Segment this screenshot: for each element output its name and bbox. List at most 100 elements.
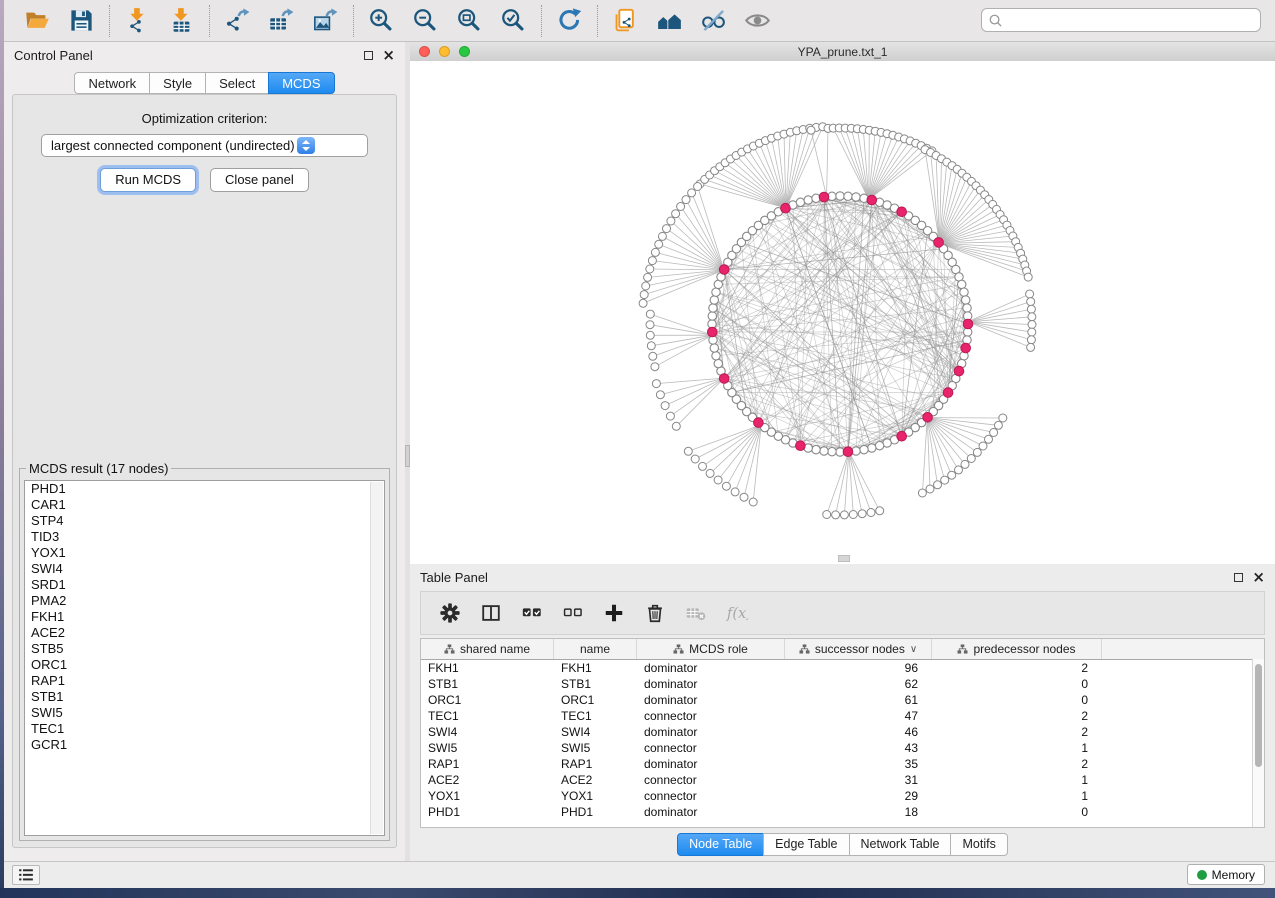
column-header-shared-name[interactable]: shared name (421, 639, 554, 659)
table-row[interactable]: YOX1YOX1connector291 (421, 788, 1264, 804)
export-image-button[interactable] (312, 7, 339, 34)
mcds-result-item[interactable]: FKH1 (25, 609, 384, 625)
mcds-result-item[interactable]: GCR1 (25, 737, 384, 753)
cell-name: TEC1 (554, 708, 637, 724)
mcds-result-item[interactable]: CAR1 (25, 497, 384, 513)
canvas-resize-handle[interactable] (838, 555, 850, 562)
maximize-window-icon[interactable] (459, 46, 470, 57)
mcds-result-list[interactable]: PHD1CAR1STP4TID3YOX1SWI4SRD1PMA2FKH1ACE2… (24, 480, 385, 836)
tab-style[interactable]: Style (149, 72, 206, 94)
cell-successor-nodes: 47 (785, 708, 932, 724)
tab-motifs[interactable]: Motifs (950, 833, 1007, 856)
open-file-button[interactable] (24, 7, 51, 34)
tab-network[interactable]: Network (74, 72, 150, 94)
tab-select[interactable]: Select (205, 72, 269, 94)
select-all-checkboxes-button[interactable] (521, 602, 543, 624)
table-row[interactable]: SWI4SWI4dominator462 (421, 724, 1264, 740)
table-row[interactable]: STB1STB1dominator620 (421, 676, 1264, 692)
tab-network-table[interactable]: Network Table (849, 833, 952, 856)
mcds-result-item[interactable]: PMA2 (25, 593, 384, 609)
zoom-fit-icon (456, 7, 483, 34)
zoom-out-icon (412, 7, 439, 34)
network-from-file-button[interactable] (612, 7, 639, 34)
mcds-list-scrollbar[interactable] (370, 482, 383, 834)
mcds-result-item[interactable]: SWI4 (25, 561, 384, 577)
mcds-result-item[interactable]: STB1 (25, 689, 384, 705)
mcds-result-item[interactable]: ORC1 (25, 657, 384, 673)
minimize-window-icon[interactable] (439, 46, 450, 57)
run-mcds-button[interactable]: Run MCDS (100, 168, 196, 192)
mcds-result-item[interactable]: STP4 (25, 513, 384, 529)
search-input[interactable] (1003, 9, 1260, 31)
mcds-result-item[interactable]: TID3 (25, 529, 384, 545)
table-row[interactable]: ORC1ORC1dominator610 (421, 692, 1264, 708)
settings-gear-button[interactable] (439, 602, 461, 624)
task-history-button[interactable] (12, 865, 40, 885)
table-scrollbar[interactable] (1252, 659, 1264, 827)
table-row[interactable]: PHD1PHD1dominator180 (421, 804, 1264, 820)
mcds-result-item[interactable]: SRD1 (25, 577, 384, 593)
attribute-icon (799, 644, 810, 654)
deselect-all-checkboxes-button[interactable] (562, 602, 584, 624)
export-table-button[interactable] (268, 7, 295, 34)
float-panel-icon[interactable] (364, 51, 373, 60)
table-row[interactable]: SWI5SWI5connector431 (421, 740, 1264, 756)
table-tabs: Node TableEdge TableNetwork TableMotifs (410, 833, 1275, 856)
zoom-out-button[interactable] (412, 7, 439, 34)
table-row[interactable]: RAP1RAP1dominator352 (421, 756, 1264, 772)
close-table-panel-icon[interactable]: × (1252, 571, 1265, 583)
column-header-MCDS-role[interactable]: MCDS role (637, 639, 785, 659)
tab-node-table[interactable]: Node Table (677, 833, 764, 856)
close-window-icon[interactable] (419, 46, 430, 57)
close-panel-button[interactable]: Close panel (210, 168, 309, 192)
attribute-icon (673, 644, 684, 654)
save-session-button[interactable] (68, 7, 95, 34)
eye-button[interactable] (744, 7, 771, 34)
column-header-predecessor-nodes[interactable]: predecessor nodes (932, 639, 1102, 659)
table-row[interactable]: ACE2ACE2connector311 (421, 772, 1264, 788)
toolbar-group (10, 7, 109, 34)
zoom-in-button[interactable] (368, 7, 395, 34)
memory-button[interactable]: Memory (1187, 864, 1265, 885)
column-header-successor-nodes[interactable]: successor nodes∨ (785, 639, 932, 659)
tab-edge-table[interactable]: Edge Table (763, 833, 849, 856)
network-graph[interactable] (410, 61, 1275, 564)
search-box[interactable] (981, 8, 1261, 32)
table-row[interactable]: FKH1FKH1dominator962 (421, 660, 1264, 676)
zoom-selected-button[interactable] (500, 7, 527, 34)
table-scrollbar-thumb[interactable] (1255, 664, 1262, 767)
mcds-result-item[interactable]: TEC1 (25, 721, 384, 737)
cell-name: SWI4 (554, 724, 637, 740)
cell-predecessor-nodes: 2 (932, 756, 1102, 772)
delete-column-icon (644, 602, 666, 624)
refresh-button[interactable] (556, 7, 583, 34)
mcds-result-item[interactable]: SWI5 (25, 705, 384, 721)
hide-glasses-button[interactable] (700, 7, 727, 34)
export-network-button[interactable] (224, 7, 251, 34)
open-file-icon (24, 7, 51, 34)
close-panel-icon[interactable]: × (382, 49, 395, 61)
import-table-button[interactable] (168, 7, 195, 34)
criterion-selected-value: largest connected component (undirected) (51, 138, 295, 153)
import-network-button[interactable] (124, 7, 151, 34)
mcds-tab-content: Optimization criterion: largest connecte… (12, 94, 397, 848)
mcds-result-item[interactable]: YOX1 (25, 545, 384, 561)
cell-shared-name: ACE2 (421, 772, 554, 788)
toolbar-group (354, 7, 541, 34)
zoom-fit-button[interactable] (456, 7, 483, 34)
optimization-criterion-select[interactable]: largest connected component (undirected) (41, 134, 368, 157)
delete-column-button[interactable] (644, 602, 666, 624)
split-view-button[interactable] (480, 602, 502, 624)
control-panel-title: Control Panel (14, 48, 93, 63)
add-column-button[interactable] (603, 602, 625, 624)
mcds-result-item[interactable]: PHD1 (25, 481, 384, 497)
network-canvas[interactable] (410, 61, 1275, 564)
mcds-result-item[interactable]: ACE2 (25, 625, 384, 641)
mcds-result-item[interactable]: RAP1 (25, 673, 384, 689)
float-table-panel-icon[interactable] (1234, 573, 1243, 582)
tab-mcds[interactable]: MCDS (268, 72, 334, 94)
table-row[interactable]: TEC1TEC1connector472 (421, 708, 1264, 724)
mcds-result-item[interactable]: STB5 (25, 641, 384, 657)
houses-button[interactable] (656, 7, 683, 34)
column-header-name[interactable]: name (554, 639, 637, 659)
